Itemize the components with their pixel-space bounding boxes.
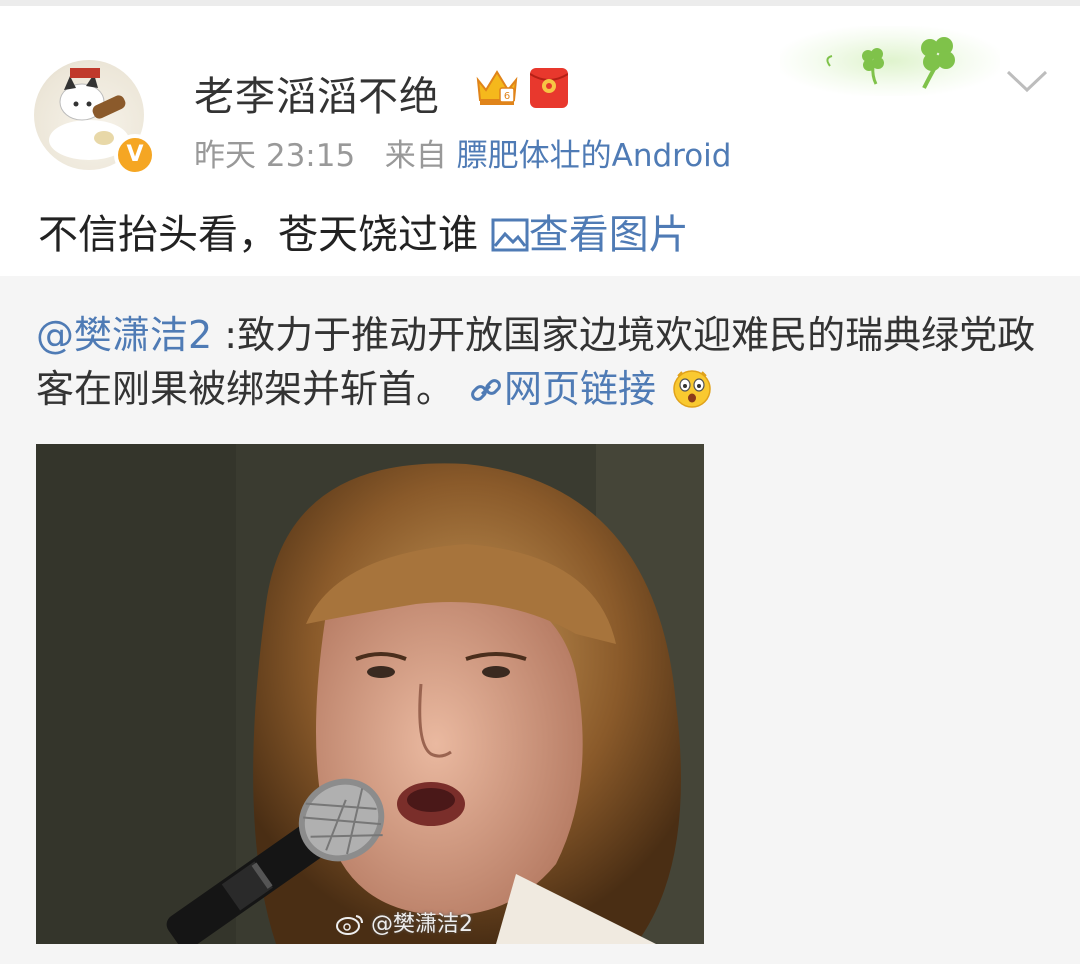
crown-badge-icon[interactable]: 6 [474,66,520,108]
post-body: 不信抬头看，苍天饶过谁 [38,212,491,258]
source-link[interactable]: 膘肥体壮的Android [457,138,732,174]
weibo-logo-icon [336,915,363,935]
view-image-link[interactable]: 查看图片 [491,212,689,258]
post-card[interactable]: V 老李滔滔不绝 6 昨天 23:15 来自 膘肥体壮的Android 不信抬头… [0,6,1080,276]
link-icon [471,379,501,401]
svg-text:6: 6 [504,91,510,102]
watermark-text: @樊潇洁2 [371,912,473,937]
repost-card[interactable]: @樊潇洁2 :致力于推动开放国家边境欢迎难民的瑞典绿党政客在刚果被绑架并斩首。网… [0,276,1080,964]
surprised-emoji-icon [672,368,712,408]
repost-text: @樊潇洁2 :致力于推动开放国家边境欢迎难民的瑞典绿党政客在刚果被绑架并斩首。网… [36,308,1056,416]
clover-decoration [780,26,1000,96]
source-prefix: 来自 [384,138,447,174]
repost-image[interactable]: @樊潇洁2 [36,444,704,944]
verified-badge: V [114,134,156,176]
post-time: 昨天 23:15 [194,138,356,174]
web-link[interactable]: 网页链接 [454,367,656,411]
web-link-label[interactable]: 网页链接 [504,367,656,411]
username[interactable]: 老李滔滔不绝 [194,64,440,122]
chevron-down-icon[interactable] [1004,66,1050,96]
view-image-label[interactable]: 查看图片 [529,212,689,258]
picture-icon [491,216,529,262]
post-text: 不信抬头看，苍天饶过谁 查看图片 [38,202,689,262]
red-packet-icon[interactable] [529,68,569,108]
mention-link[interactable]: @樊潇洁2 [36,313,212,357]
image-watermark: @樊潇洁2 [336,906,473,938]
post-meta: 昨天 23:15 来自 膘肥体壮的Android [194,130,731,175]
